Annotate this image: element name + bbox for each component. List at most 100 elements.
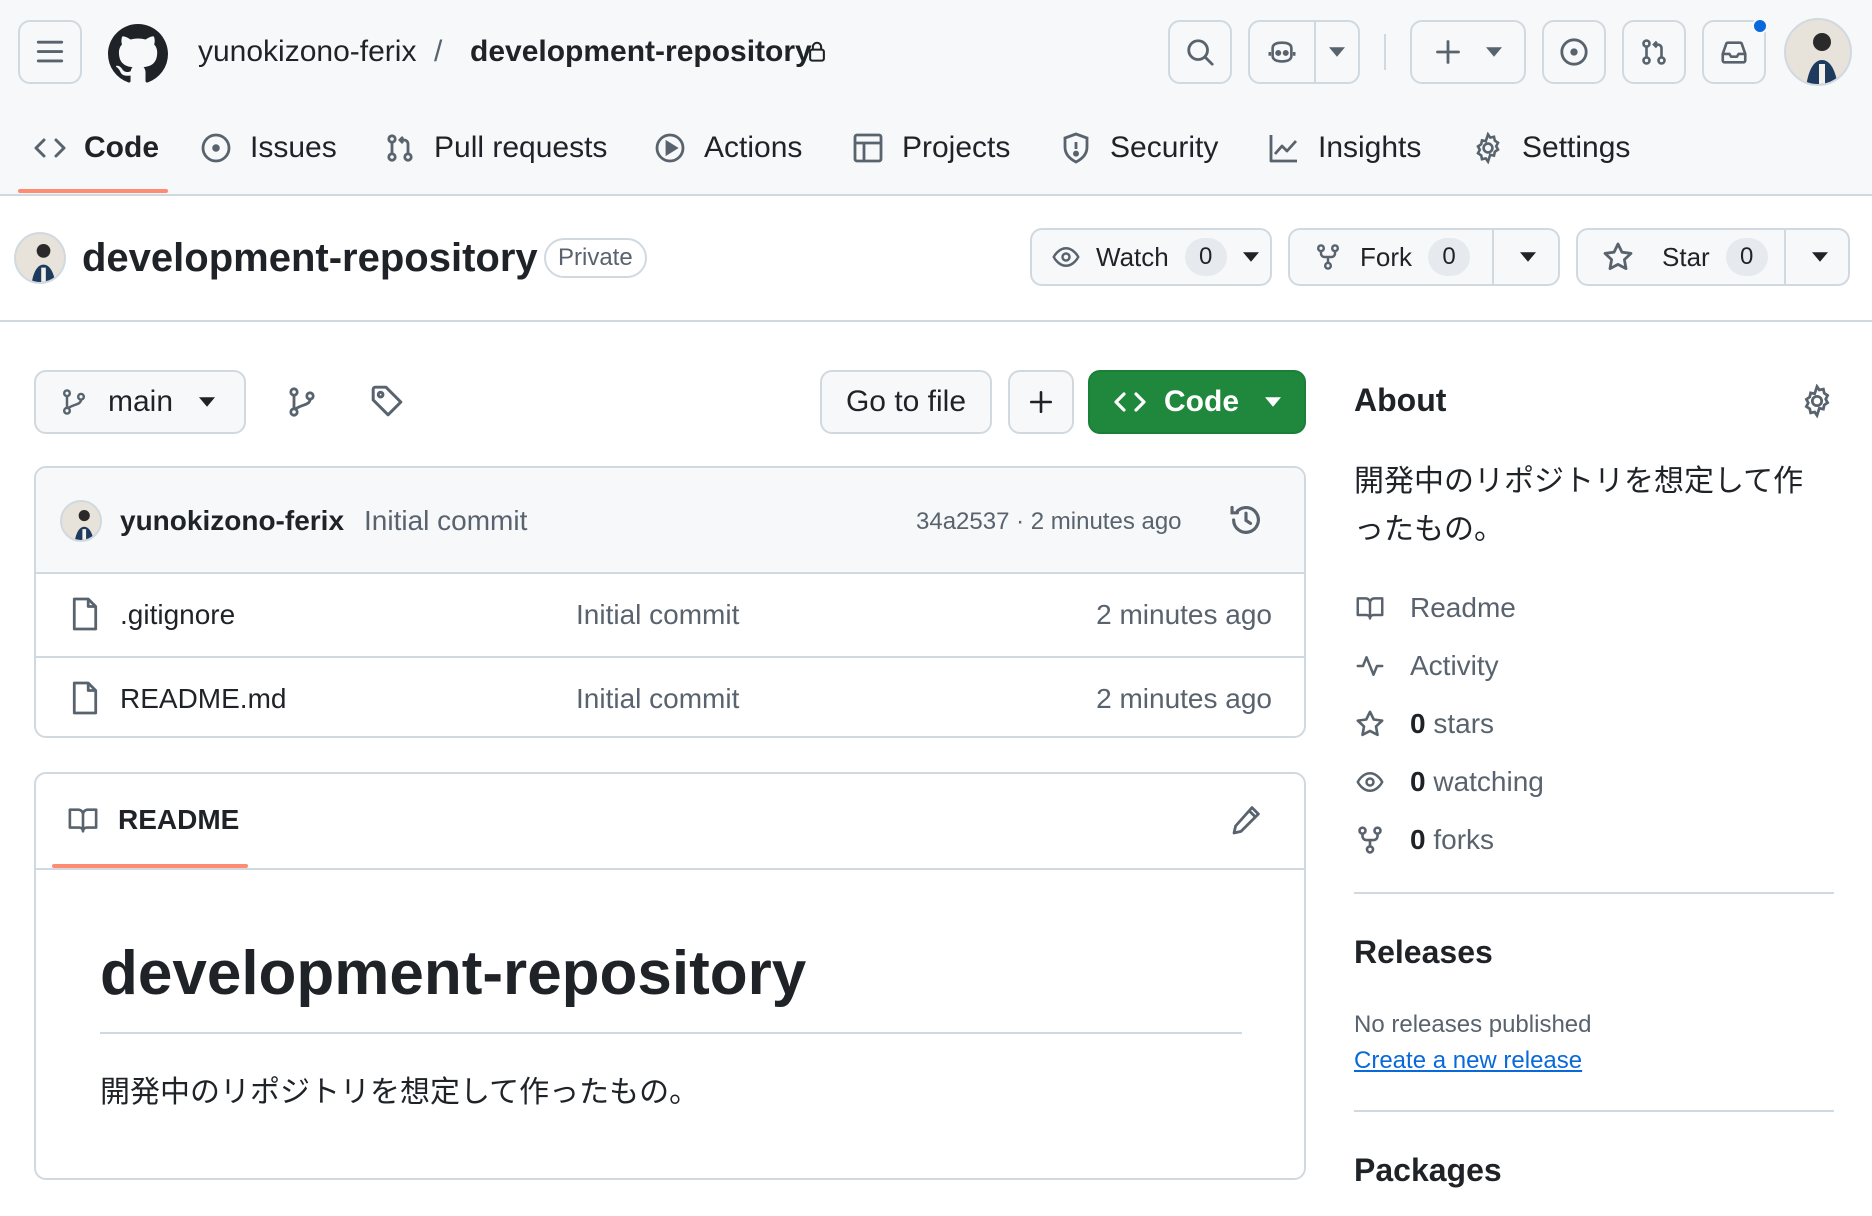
readme-heading: development-repository xyxy=(100,939,807,1008)
watch-button[interactable]: Watch 0 xyxy=(1030,228,1272,286)
readme-tab[interactable]: README xyxy=(66,804,239,836)
readme-header-divider xyxy=(36,868,1304,870)
plus-icon xyxy=(1029,390,1053,414)
code-dropdown-button[interactable]: Code xyxy=(1088,370,1306,434)
readme-heading-rule xyxy=(100,1032,1242,1034)
tab-security[interactable]: Security xyxy=(1060,122,1218,174)
releases-title[interactable]: Releases xyxy=(1354,932,1493,972)
commit-message[interactable]: Initial commit xyxy=(364,502,527,540)
tab-actions-label: Actions xyxy=(704,131,803,164)
breadcrumb-separator: / xyxy=(434,35,443,68)
commit-author-avatar[interactable] xyxy=(60,500,102,542)
chevron-down-icon xyxy=(1265,397,1281,407)
repo-title-bar: development-repository Private Watch 0 F… xyxy=(0,196,1872,322)
tab-pull-requests-label: Pull requests xyxy=(434,131,608,164)
file-commit-message[interactable]: Initial commit xyxy=(576,680,739,718)
copilot-button[interactable] xyxy=(1248,20,1360,84)
tab-projects[interactable]: Projects xyxy=(852,122,1010,174)
eye-icon xyxy=(1356,772,1384,792)
notification-dot xyxy=(1752,18,1768,34)
forks-label: forks xyxy=(1433,824,1495,855)
activity-link[interactable]: Activity xyxy=(1354,646,1499,686)
branches-link[interactable] xyxy=(286,384,318,420)
add-file-button[interactable] xyxy=(1008,370,1074,434)
go-to-file-button[interactable]: Go to file xyxy=(820,370,992,434)
file-name[interactable]: README.md xyxy=(120,680,286,718)
file-row[interactable]: README.md Initial commit 2 minutes ago xyxy=(36,656,1304,736)
table-icon xyxy=(853,133,883,163)
menu-button[interactable] xyxy=(18,20,82,84)
create-release-link[interactable]: Create a new release xyxy=(1354,1044,1582,1078)
inbox-icon xyxy=(1721,41,1747,64)
chevron-down-icon xyxy=(1486,47,1502,57)
branch-selector[interactable]: main xyxy=(34,370,246,434)
file-row[interactable]: .gitignore Initial commit 2 minutes ago xyxy=(36,574,1304,656)
file-list: yunokizono-ferix Initial commit 34a2537 … xyxy=(34,466,1306,738)
owner-avatar[interactable] xyxy=(14,232,66,284)
graph-icon xyxy=(1269,135,1298,163)
history-icon[interactable] xyxy=(1228,502,1264,538)
latest-commit-bar: yunokizono-ferix Initial commit 34a2537 … xyxy=(36,468,1304,574)
issue-icon xyxy=(201,133,231,163)
about-description-line-1: 開発中のリポジトリを想定して作 xyxy=(1354,465,1804,498)
fork-divider xyxy=(1492,230,1494,284)
copilot-icon xyxy=(1250,37,1314,67)
breadcrumb-owner[interactable]: yunokizono-ferix xyxy=(198,30,416,74)
book-icon xyxy=(68,808,98,833)
branch-icon xyxy=(62,389,86,415)
file-commit-message[interactable]: Initial commit xyxy=(576,596,739,634)
pull-request-icon xyxy=(1642,39,1666,65)
star-button-group[interactable]: Star 0 xyxy=(1576,228,1850,286)
tab-code-label: Code xyxy=(84,131,159,164)
commit-meta[interactable]: 34a2537 · 2 minutes ago xyxy=(916,504,1182,540)
eye-icon xyxy=(1052,247,1080,267)
readme-panel: README development-repository 開発中のリポジトリを… xyxy=(34,772,1306,1180)
packages-title[interactable]: Packages xyxy=(1354,1150,1502,1190)
create-new-button[interactable] xyxy=(1410,20,1526,84)
fork-button-group[interactable]: Fork 0 xyxy=(1288,228,1560,286)
stars-label: stars xyxy=(1433,708,1495,739)
visibility-badge: Private xyxy=(544,238,647,278)
tab-settings[interactable]: Settings xyxy=(1472,122,1630,174)
lock-icon xyxy=(806,38,828,64)
commit-author[interactable]: yunokizono-ferix xyxy=(120,502,344,540)
tab-actions[interactable]: Actions xyxy=(654,122,802,174)
avatar[interactable] xyxy=(1784,18,1852,86)
play-icon xyxy=(655,133,685,163)
file-icon xyxy=(70,680,100,716)
tab-issues[interactable]: Issues xyxy=(200,122,337,174)
fork-icon xyxy=(1316,244,1340,270)
github-logo[interactable] xyxy=(108,24,168,84)
tags-link[interactable] xyxy=(370,384,404,418)
tab-security-label: Security xyxy=(1110,131,1219,164)
star-label: Star xyxy=(1662,241,1710,272)
tab-pull-requests[interactable]: Pull requests xyxy=(384,122,607,174)
forks-count: 0 xyxy=(1410,824,1426,855)
pull-requests-button[interactable] xyxy=(1622,20,1686,84)
pulse-icon xyxy=(1356,656,1384,676)
edit-readme-button[interactable] xyxy=(1230,804,1262,836)
tab-code[interactable]: Code xyxy=(34,122,159,174)
forks-link[interactable]: 0 forks xyxy=(1354,820,1494,860)
issues-button[interactable] xyxy=(1542,20,1606,84)
plus-icon xyxy=(1436,40,1460,64)
sidebar-divider xyxy=(1354,892,1834,894)
header-divider xyxy=(1384,34,1386,70)
tab-active-indicator xyxy=(18,189,168,193)
star-count: 0 xyxy=(1725,238,1768,276)
file-name[interactable]: .gitignore xyxy=(120,596,235,634)
tab-settings-label: Settings xyxy=(1522,131,1631,164)
star-divider xyxy=(1784,230,1786,284)
tab-insights-label: Insights xyxy=(1318,131,1422,164)
breadcrumb-repo[interactable]: development-repository xyxy=(470,30,812,74)
menu-icon xyxy=(36,40,64,63)
watching-link[interactable]: 0 watching xyxy=(1354,762,1544,802)
about-settings-button[interactable] xyxy=(1800,384,1834,418)
stars-link[interactable]: 0 stars xyxy=(1354,704,1494,744)
search-button[interactable] xyxy=(1168,20,1232,84)
tab-insights[interactable]: Insights xyxy=(1268,122,1421,174)
branch-name: main xyxy=(108,385,174,418)
readme-link[interactable]: Readme xyxy=(1354,588,1516,628)
code-button-label: Code xyxy=(1164,385,1239,418)
repo-name[interactable]: development-repository xyxy=(82,234,538,282)
